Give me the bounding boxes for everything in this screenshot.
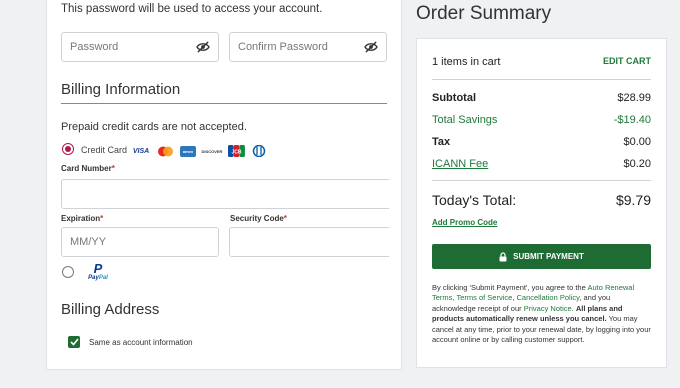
total-label: Today's Total:: [432, 192, 517, 208]
required-mark: *: [111, 164, 115, 173]
savings-label: Total Savings: [432, 114, 498, 126]
expiration-input[interactable]: MM/YY: [61, 227, 219, 257]
visa-icon: VISA: [132, 147, 150, 155]
password-input[interactable]: Password: [61, 32, 219, 62]
icann-fee-link[interactable]: ICANN Fee: [432, 158, 488, 170]
expiration-label: Expiration*: [61, 214, 103, 223]
icann-value: $0.20: [623, 158, 651, 170]
billing-divider: [61, 103, 387, 104]
required-mark: *: [100, 214, 104, 223]
checkmark-icon: [69, 338, 79, 346]
billing-address-heading: Billing Address: [61, 301, 160, 318]
edit-cart-link[interactable]: EDIT CART: [603, 56, 651, 68]
security-code-label: Security Code*: [230, 214, 287, 223]
prepaid-note: Prepaid credit cards are not accepted.: [61, 121, 247, 133]
savings-row: Total Savings -$19.40: [432, 114, 651, 126]
card-number-label: Card Number*: [61, 164, 115, 173]
submit-payment-button[interactable]: SUBMIT PAYMENT: [432, 244, 651, 269]
add-promo-code-link[interactable]: Add Promo Code: [432, 218, 497, 227]
savings-value: -$19.40: [613, 114, 651, 126]
total-row: Today's Total: $9.79: [432, 192, 651, 208]
billing-information-heading: Billing Information: [61, 81, 181, 98]
subtotal-label: Subtotal: [432, 92, 476, 104]
security-code-input[interactable]: [229, 227, 389, 257]
confirm-password-input[interactable]: Confirm Password: [229, 32, 387, 62]
same-as-account-label: Same as account information: [89, 338, 193, 347]
divider: [432, 180, 651, 181]
cancellation-policy-link[interactable]: Cancellation Policy: [517, 293, 580, 302]
credit-card-radio[interactable]: [62, 143, 74, 155]
expiration-label-text: Expiration: [61, 214, 101, 223]
card-number-input[interactable]: [61, 179, 389, 209]
icann-row: ICANN Fee $0.20: [432, 158, 651, 170]
tax-value: $0.00: [623, 136, 651, 148]
mastercard-icon: [158, 146, 173, 156]
submit-payment-label: SUBMIT PAYMENT: [513, 252, 584, 261]
jcb-label: JCB: [231, 149, 241, 155]
cart-row: 1 items in cart EDIT CART: [432, 56, 651, 68]
same-as-account-checkbox[interactable]: [68, 336, 80, 348]
order-summary-panel: 1 items in cart EDIT CART Subtotal $28.9…: [416, 38, 667, 368]
items-in-cart: 1 items in cart: [432, 56, 501, 68]
eye-slash-icon[interactable]: [196, 41, 210, 53]
divider: [432, 79, 651, 80]
required-mark: *: [283, 214, 287, 223]
discover-icon: DISCOVER: [201, 148, 223, 154]
subtotal-value: $28.99: [617, 92, 651, 104]
confirm-password-placeholder: Confirm Password: [238, 41, 328, 53]
paypal-pay-text: Pay: [88, 275, 99, 281]
legal-text: By clicking 'Submit Payment', you agree …: [432, 283, 588, 292]
jcb-icon: JCB: [228, 145, 245, 157]
credit-card-label: Credit Card: [81, 145, 128, 155]
amex-icon: amex: [180, 145, 196, 157]
paypal-logo: P PayPal: [88, 261, 108, 281]
paypal-radio[interactable]: [62, 266, 74, 278]
paypal-pal-text: Pal: [98, 275, 108, 281]
password-note: This password will be used to access you…: [61, 3, 323, 15]
diners-club-icon: [252, 145, 266, 157]
tax-label: Tax: [432, 136, 451, 148]
subtotal-row: Subtotal $28.99: [432, 92, 651, 104]
eye-slash-icon[interactable]: [364, 41, 378, 53]
order-summary-title: Order Summary: [416, 3, 552, 24]
password-placeholder: Password: [70, 41, 119, 53]
card-number-label-text: Card Number: [61, 164, 112, 173]
privacy-notice-link[interactable]: Privacy Notice: [524, 304, 572, 313]
tax-row: Tax $0.00: [432, 136, 651, 148]
security-code-label-text: Security Code: [230, 214, 284, 223]
legal-notice: By clicking 'Submit Payment', you agree …: [432, 283, 651, 345]
expiration-placeholder: MM/YY: [70, 236, 107, 248]
terms-of-service-link[interactable]: Terms of Service: [456, 293, 512, 302]
checkout-form-panel: This password will be used to access you…: [46, 0, 402, 370]
total-value: $9.79: [615, 192, 651, 208]
lock-icon: [499, 251, 507, 261]
card-brand-logos: VISA amex DISCOVER JCB: [131, 145, 267, 157]
